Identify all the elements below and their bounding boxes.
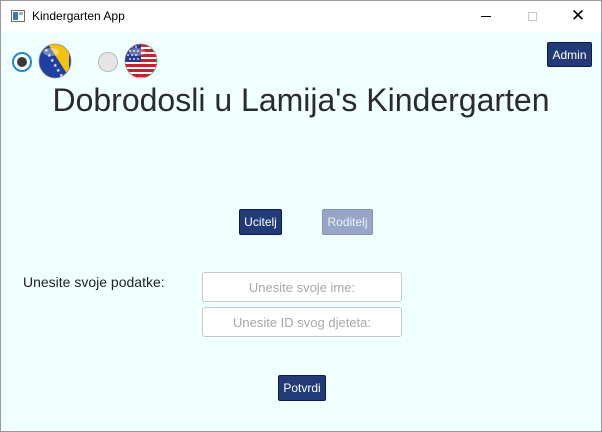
name-input[interactable]: [202, 272, 402, 302]
language-radio-english[interactable]: [98, 52, 118, 72]
minimize-icon: [481, 16, 491, 17]
title-bar[interactable]: Kindergarten App ✕: [1, 1, 601, 32]
maximize-icon: [527, 12, 537, 21]
app-window-icon: [11, 10, 25, 22]
app-window: Kindergarten App ✕ ★ ★ ★ ★ ★ ★ Admin Dob…: [0, 0, 602, 432]
minimize-button[interactable]: [463, 1, 509, 32]
close-button[interactable]: ✕: [555, 1, 601, 32]
maximize-button[interactable]: [509, 1, 555, 32]
bosnia-flag-icon: ★ ★ ★ ★ ★ ★: [38, 43, 72, 79]
confirm-button[interactable]: Potvrdi: [278, 375, 326, 401]
parent-button[interactable]: Roditelj: [322, 209, 373, 235]
language-radio-bosnian[interactable]: [12, 52, 32, 72]
enter-data-label: Unesite svoje podatke:: [23, 274, 165, 290]
usa-flag-icon: [124, 43, 158, 79]
close-icon: ✕: [570, 6, 586, 26]
welcome-heading: Dobrodosli u Lamija's Kindergarten: [52, 82, 550, 118]
teacher-button[interactable]: Ucitelj: [239, 209, 282, 235]
child-id-input[interactable]: [202, 307, 402, 337]
admin-button[interactable]: Admin: [547, 42, 592, 67]
radio-selected-dot: [17, 57, 27, 67]
main-content: ★ ★ ★ ★ ★ ★ Admin Dobrodosli u Lamija's …: [1, 32, 601, 431]
window-title: Kindergarten App: [32, 9, 125, 23]
